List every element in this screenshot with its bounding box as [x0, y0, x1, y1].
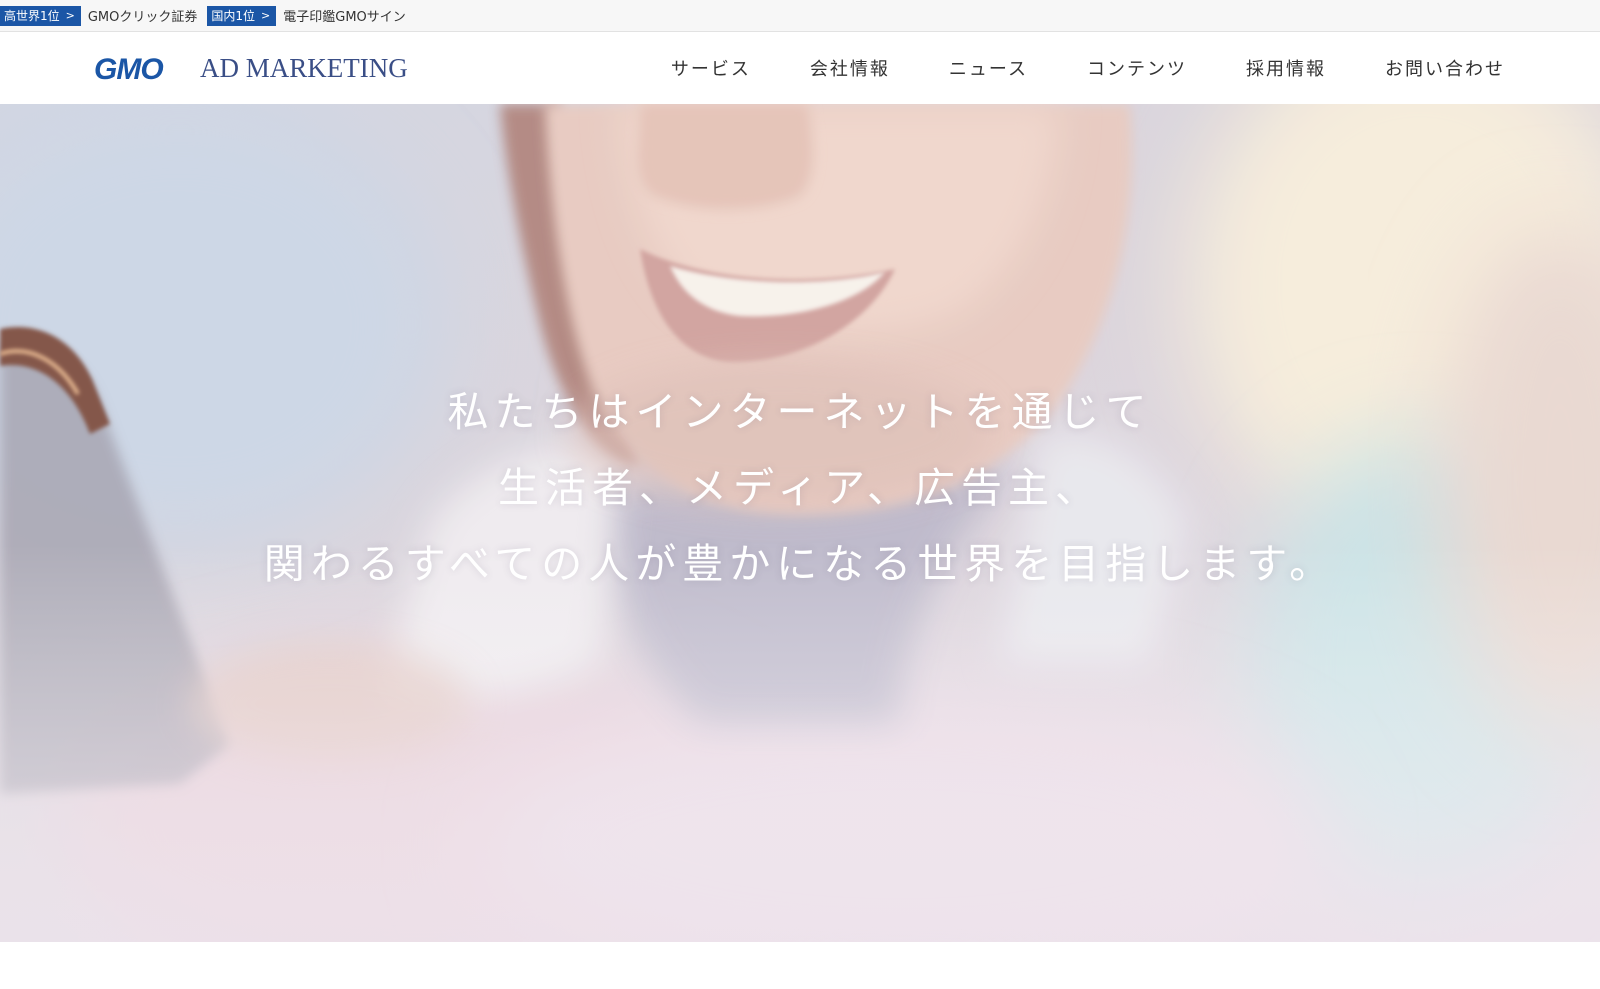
promo-link-click-securities[interactable]: 高世界1位 > GMOクリック証券 [0, 0, 197, 32]
promo-text: GMOクリック証券 [87, 10, 198, 25]
promo-badge: 高世界1位 > [0, 5, 81, 26]
nav-item-company[interactable]: 会社情報 [810, 55, 890, 81]
promo-badge-label: 高世界1位 [4, 8, 60, 23]
hero-section: 私たちはインターネットを通じて 生活者、メディア、広告主、 関わるすべての人が豊… [0, 104, 1600, 942]
svg-text:GMO: GMO [94, 53, 163, 84]
site-header: GMO AD MARKETING サービス 会社情報 ニュース コンテンツ 採用… [0, 32, 1600, 104]
logo-text: AD MARKETING [200, 53, 408, 83]
hero-tagline-line: 私たちはインターネットを通じて [447, 388, 1153, 436]
promo-link-gmo-sign[interactable]: 国内1位 > 電子印鑑GMOサイン [207, 0, 406, 32]
chevron-right-icon: > [65, 8, 75, 22]
promo-badge-label: 国内1位 [211, 8, 256, 23]
chevron-right-icon: > [261, 8, 271, 22]
promo-text: 電子印鑑GMOサイン [283, 10, 406, 25]
main-nav: サービス 会社情報 ニュース コンテンツ 採用情報 お問い合わせ [612, 32, 1505, 104]
nav-item-contact[interactable]: お問い合わせ [1385, 55, 1505, 81]
hero-tagline-line: 関わるすべての人が豊かになる世界を目指します。 [263, 540, 1337, 588]
hero-tagline: 私たちはインターネットを通じて 生活者、メディア、広告主、 関わるすべての人が豊… [0, 374, 1600, 602]
logo[interactable]: GMO AD MARKETING [94, 52, 408, 84]
nav-item-recruit[interactable]: 採用情報 [1246, 55, 1326, 81]
hero-tagline-line: 生活者、メディア、広告主、 [497, 464, 1103, 512]
nav-item-services[interactable]: サービス [671, 55, 751, 81]
promo-badge: 国内1位 > [207, 5, 277, 26]
promo-bar: 高世界1位 > GMOクリック証券 国内1位 > 電子印鑑GMOサイン [0, 0, 1600, 32]
gmo-logo-icon: GMO [94, 53, 164, 84]
nav-item-contents[interactable]: コンテンツ [1087, 55, 1187, 81]
nav-item-news[interactable]: ニュース [949, 55, 1028, 81]
